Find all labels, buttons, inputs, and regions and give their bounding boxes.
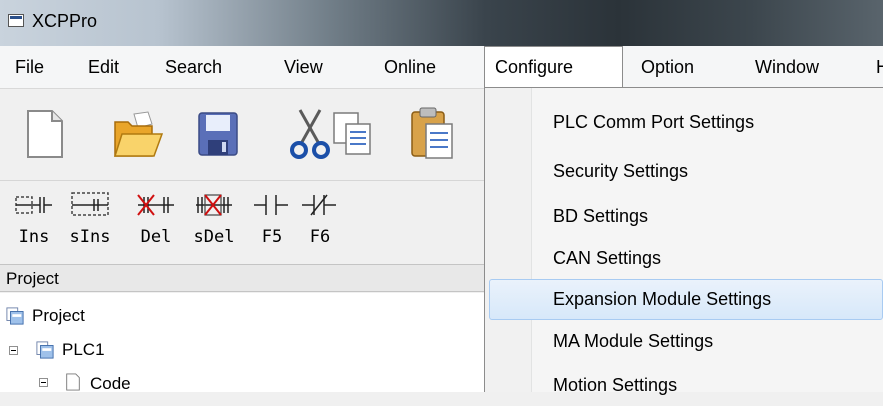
save-icon[interactable] — [196, 110, 240, 163]
menu-item-expansion-module-settings[interactable]: Expansion Module Settings — [489, 279, 883, 320]
project-panel-header: Project — [0, 264, 485, 292]
normally-closed-contact-icon — [302, 194, 336, 216]
del-label: Del — [140, 227, 172, 247]
insert-contact-icon — [15, 196, 52, 214]
delete-contact-icon — [137, 194, 174, 216]
tree-label-project: Project — [32, 306, 85, 325]
tree-label-plc1: PLC1 — [62, 340, 105, 359]
f6-label: F6 — [309, 227, 331, 247]
plc-icon — [36, 341, 54, 359]
menu-item-security-settings[interactable]: Security Settings — [489, 151, 883, 192]
cut-icon[interactable] — [288, 106, 332, 165]
menu-item-motion-settings[interactable]: Motion Settings — [489, 365, 883, 406]
app-icon — [8, 14, 24, 27]
menu-view[interactable]: View — [284, 46, 323, 88]
collapse-icon[interactable] — [9, 346, 18, 355]
menu-bar: File Edit Search View Online Configure O… — [0, 46, 883, 89]
menu-option[interactable]: Option — [641, 46, 694, 88]
menu-item-bd-settings[interactable]: BD Settings — [489, 196, 883, 237]
ins-label: Ins — [18, 227, 50, 247]
menu-item-ma-module-settings[interactable]: MA Module Settings — [489, 321, 883, 362]
menu-search[interactable]: Search — [165, 46, 222, 88]
tree-label-code: Code — [90, 374, 131, 393]
configure-menu: PLC Comm Port Settings Security Settings… — [484, 87, 883, 395]
f5-button[interactable]: F5 — [248, 187, 296, 247]
menu-help[interactable]: H — [876, 46, 883, 88]
ins-button[interactable]: Ins — [10, 187, 58, 247]
menu-window[interactable]: Window — [755, 46, 819, 88]
ladder-toolbar: Ins sIns Del sDel F5 F6 — [0, 180, 485, 263]
f6-button[interactable]: F6 — [296, 187, 344, 247]
collapse-icon[interactable] — [39, 378, 48, 387]
project-icon — [6, 307, 24, 325]
window-title: XCPPro — [32, 11, 98, 31]
sdel-label: sDel — [193, 227, 235, 247]
sdel-button[interactable]: sDel — [190, 187, 238, 247]
project-tree: Project PLC1 Code — [0, 293, 485, 393]
document-icon — [66, 373, 80, 391]
title-bar: XCPPro — [0, 0, 883, 46]
menu-configure[interactable]: Configure — [484, 46, 623, 88]
sins-button[interactable]: sIns — [66, 187, 114, 247]
normally-open-contact-icon — [254, 195, 288, 215]
del-button[interactable]: Del — [132, 187, 180, 247]
paste-icon[interactable] — [408, 106, 456, 167]
delete-row-icon — [196, 194, 232, 216]
menu-file[interactable]: File — [15, 46, 44, 88]
copy-icon[interactable] — [330, 110, 374, 163]
menu-item-can-settings[interactable]: CAN Settings — [489, 238, 883, 279]
menu-item-plc-comm-port-settings[interactable]: PLC Comm Port Settings — [489, 102, 883, 143]
open-folder-icon[interactable] — [112, 110, 164, 165]
insert-row-icon — [71, 192, 109, 216]
menu-online[interactable]: Online — [384, 46, 436, 88]
standard-toolbar — [0, 90, 485, 178]
f5-label: F5 — [261, 227, 283, 247]
sins-label: sIns — [69, 227, 111, 247]
menu-edit[interactable]: Edit — [88, 46, 119, 88]
new-file-icon[interactable] — [20, 108, 68, 165]
